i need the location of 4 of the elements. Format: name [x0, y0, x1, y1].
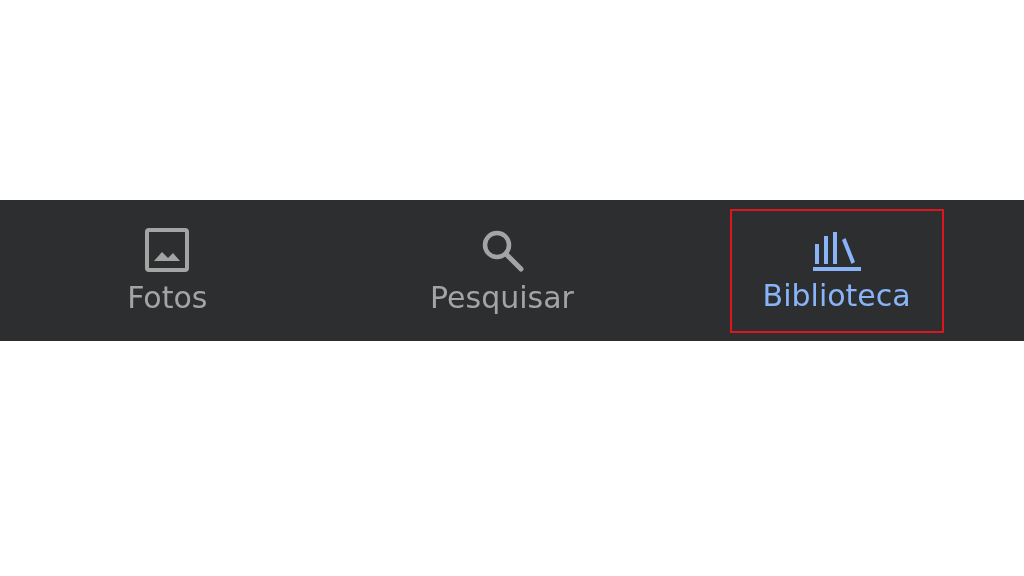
- image-icon: [143, 226, 192, 274]
- nav-tab[interactable]: Pesquisar: [395, 208, 609, 333]
- nav-tab[interactable]: Fotos: [60, 208, 275, 333]
- nav-tab[interactable]: Biblioteca: [729, 208, 944, 333]
